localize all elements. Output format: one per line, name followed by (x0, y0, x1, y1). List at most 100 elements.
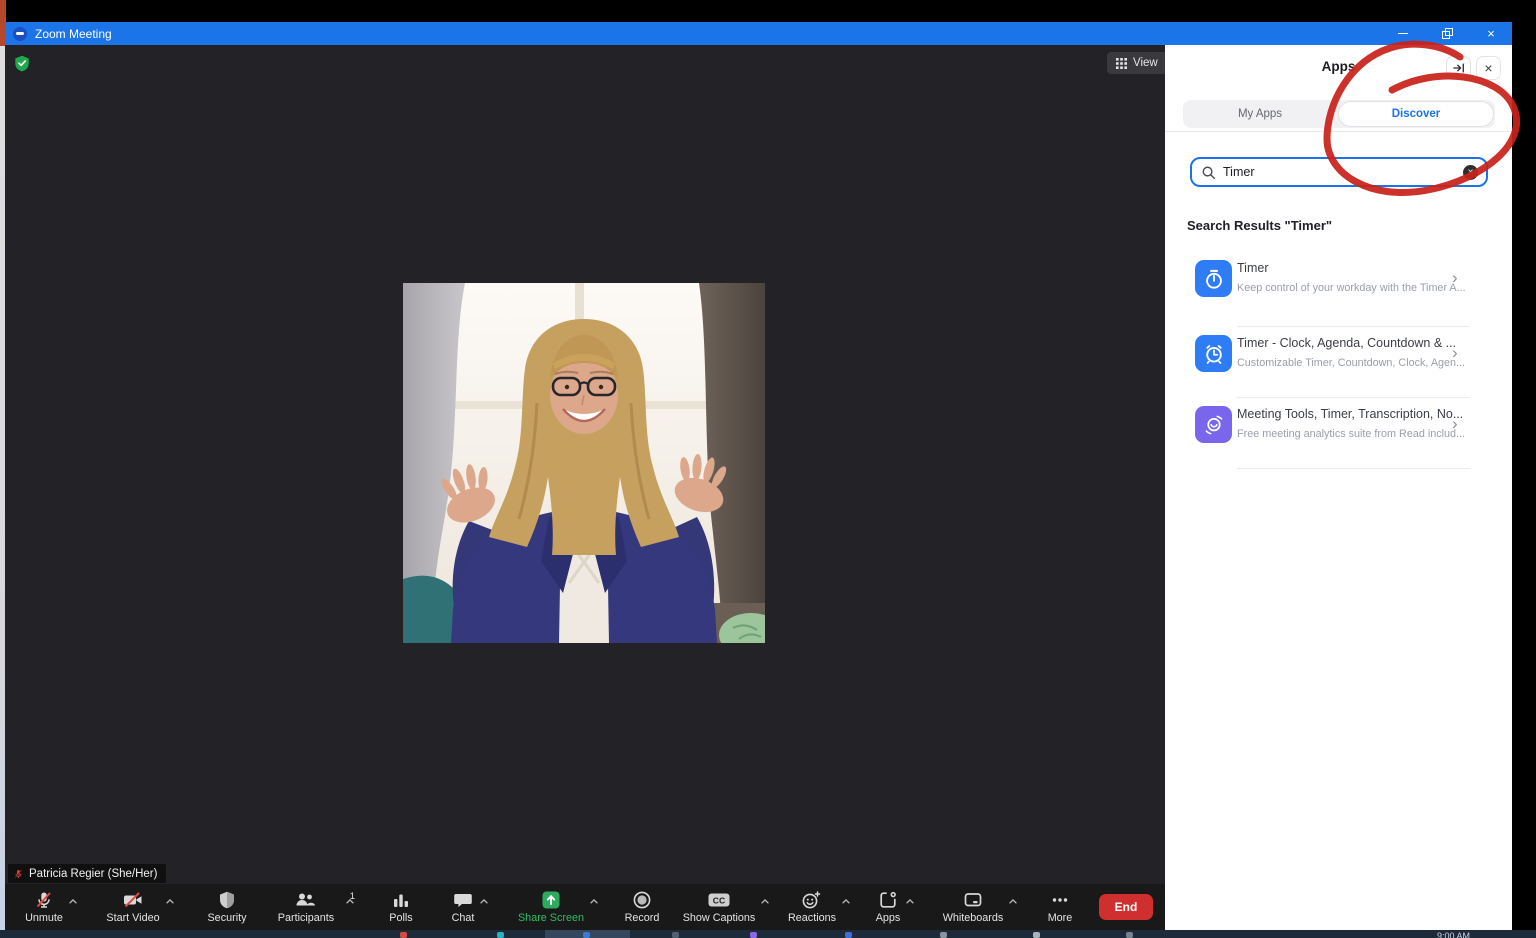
tab-discover[interactable]: Discover (1338, 101, 1494, 127)
taskbar-app-sliver[interactable] (1126, 932, 1133, 938)
whiteboards-button[interactable]: Whiteboards (943, 884, 1004, 930)
svg-text:CC: CC (713, 896, 725, 906)
participant-name: Patricia Regier (She/Her) (29, 868, 157, 880)
window-titlebar: Zoom Meeting × (5, 22, 1512, 45)
search-results-heading: Search Results "Timer" (1187, 218, 1332, 233)
record-button[interactable]: Record (625, 884, 660, 930)
minimize-icon[interactable] (1396, 27, 1410, 41)
popout-panel-button[interactable] (1446, 56, 1471, 80)
read-smiley-icon (1195, 406, 1232, 443)
mic-off-icon (34, 890, 54, 910)
share-options-chevron-icon[interactable] (588, 895, 600, 907)
polls-button[interactable]: Polls (389, 884, 412, 930)
app-search-input[interactable] (1223, 165, 1456, 179)
view-button[interactable]: View (1107, 52, 1167, 74)
toolbar-item-security: Security (189, 884, 265, 930)
more-dots-icon (1050, 890, 1070, 910)
security-button[interactable]: Security (207, 884, 246, 930)
polls-icon (391, 890, 411, 910)
window-title: Zoom Meeting (35, 27, 112, 41)
toolbar-item-apps: Apps (861, 884, 931, 930)
reactions-options-chevron-icon[interactable] (840, 895, 852, 907)
taskbar-app-sliver[interactable] (845, 932, 852, 938)
end-meeting-button[interactable]: End (1099, 894, 1153, 920)
app-result-desc: Customizable Timer, Countdown, Clock, Ag… (1237, 357, 1465, 369)
zoom-logo (13, 27, 27, 41)
muted-mic-icon (13, 868, 24, 880)
view-button-label: View (1133, 57, 1158, 69)
app-search-box: × (1190, 157, 1488, 187)
close-panel-button[interactable]: × (1476, 56, 1501, 80)
toolbar-item-chat: Chat (433, 884, 509, 930)
app-result-title: Timer - Clock, Agenda, Countdown & ... (1237, 336, 1456, 350)
apps-icon (878, 890, 898, 910)
toolbar-item-reactions: Reactions (779, 884, 861, 930)
cc-icon: CC (707, 890, 731, 910)
apps-panel: Apps × My Apps Discover × Search Results… (1165, 45, 1512, 930)
toolbar-item-start-video: Start Video (93, 884, 189, 930)
toolbar-item-participants: Participants 1 (265, 884, 369, 930)
restore-window-icon[interactable] (1440, 27, 1454, 41)
taskbar-app-sliver[interactable] (750, 932, 757, 938)
video-options-chevron-icon[interactable] (164, 895, 176, 907)
encryption-shield-icon[interactable] (14, 55, 30, 77)
chat-button[interactable]: Chat (452, 884, 475, 930)
app-result-timer-clock-agenda[interactable]: Timer - Clock, Agenda, Countdown & ... C… (1165, 335, 1512, 399)
toolbar-item-more: More (1031, 884, 1089, 930)
unmute-options-chevron-icon[interactable] (67, 895, 79, 907)
meeting-video-stage: View (5, 45, 1165, 884)
record-icon (632, 890, 652, 910)
taskbar-app-sliver[interactable] (497, 932, 504, 938)
grid-view-icon (1116, 58, 1127, 69)
toolbar-item-show-captions: CC Show Captions (675, 884, 779, 930)
taskbar-app-sliver[interactable] (672, 932, 679, 938)
taskbar-clock: 9:00 AM (1437, 931, 1470, 938)
close-icon: × (1484, 60, 1492, 76)
show-captions-button[interactable]: CC Show Captions (683, 884, 756, 930)
chevron-right-icon: › (1452, 343, 1458, 363)
chevron-right-icon: › (1452, 414, 1458, 434)
toolbar-item-unmute: Unmute (11, 884, 93, 930)
whiteboards-options-chevron-icon[interactable] (1007, 895, 1019, 907)
windows-taskbar[interactable]: 9:00 AM (0, 930, 1536, 938)
chat-icon (453, 890, 473, 910)
result-divider (1237, 397, 1470, 398)
toolbar-item-polls: Polls (369, 884, 433, 930)
toolbar-item-whiteboards: Whiteboards (931, 884, 1031, 930)
reactions-button[interactable]: Reactions (788, 884, 836, 930)
panel-divider (1165, 131, 1512, 132)
app-result-title: Meeting Tools, Timer, Transcription, No.… (1237, 407, 1463, 421)
participants-button[interactable]: Participants (278, 884, 334, 930)
close-window-icon[interactable]: × (1484, 27, 1498, 41)
app-result-meeting-tools[interactable]: Meeting Tools, Timer, Transcription, No.… (1165, 406, 1512, 470)
chat-options-chevron-icon[interactable] (478, 895, 490, 907)
more-button[interactable]: More (1048, 884, 1073, 930)
participant-name-tag: Patricia Regier (She/Her) (8, 864, 166, 883)
share-screen-icon (541, 890, 561, 910)
apps-tab-bar: My Apps Discover (1183, 100, 1495, 128)
toolbar-item-record: Record (609, 884, 675, 930)
result-divider (1237, 468, 1470, 469)
taskbar-app-sliver[interactable] (583, 932, 590, 938)
video-off-icon (122, 890, 144, 910)
stopwatch-icon (1195, 260, 1232, 297)
reactions-smiley-icon (801, 890, 822, 910)
taskbar-app-sliver[interactable] (940, 932, 947, 938)
clear-search-icon[interactable]: × (1463, 165, 1478, 180)
captions-options-chevron-icon[interactable] (759, 895, 771, 907)
participants-icon (294, 890, 318, 910)
participant-photo (403, 283, 765, 643)
start-video-button[interactable]: Start Video (106, 884, 159, 930)
taskbar-app-sliver[interactable] (400, 932, 407, 938)
taskbar-app-sliver[interactable] (1033, 932, 1040, 938)
unmute-button[interactable]: Unmute (25, 884, 63, 930)
toolbar-item-share-screen: Share Screen (509, 884, 609, 930)
app-result-desc: Keep control of your workday with the Ti… (1237, 282, 1466, 294)
apps-button[interactable]: Apps (876, 884, 901, 930)
whiteboards-icon (963, 890, 983, 910)
meeting-toolbar: Unmute Start Video (5, 884, 1165, 930)
tab-my-apps[interactable]: My Apps (1183, 100, 1337, 128)
share-screen-button[interactable]: Share Screen (518, 884, 584, 930)
apps-options-chevron-icon[interactable] (904, 895, 916, 907)
app-result-timer[interactable]: Timer Keep control of your workday with … (1165, 260, 1512, 324)
